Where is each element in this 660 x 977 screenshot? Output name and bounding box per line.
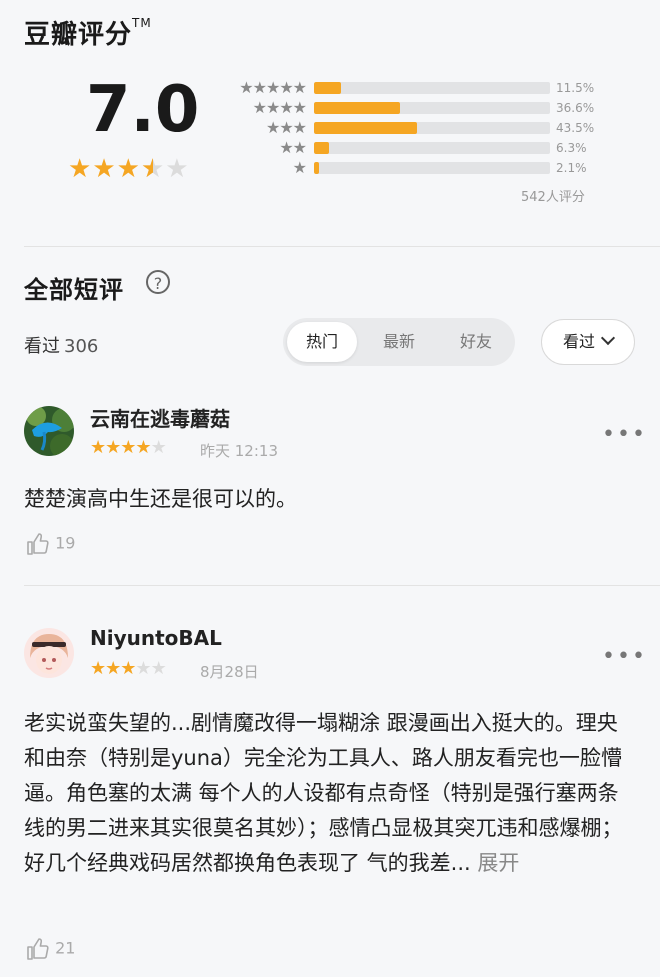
distribution-fill-3 <box>314 122 417 134</box>
short-comments-title: 全部短评 <box>24 276 124 304</box>
rating-score: 7.0 <box>86 73 200 147</box>
distribution-stars-1: ★ <box>292 158 307 177</box>
comment-rating: ★★★★★ <box>90 437 167 458</box>
star-icon: ★ <box>135 437 151 458</box>
distribution-percent-1: 2.1% <box>556 161 587 175</box>
half-star-icon: ★ <box>141 156 165 182</box>
comment-divider <box>24 585 660 586</box>
trademark: TM <box>132 16 152 30</box>
star-icon: ★ <box>120 658 136 679</box>
empty-star-icon: ★ <box>150 437 167 458</box>
avatar[interactable] <box>24 406 74 456</box>
watched-count-number: 306 <box>64 336 99 357</box>
expand-link[interactable]: 展开 <box>477 851 519 875</box>
star-icon: ★ <box>116 154 141 184</box>
comment-text: 老实说蛮失望的...剧情魔改得一塌糊涂 跟漫画出入挺大的。理央和由奈（特别是yu… <box>24 706 636 881</box>
distribution-fill-5 <box>314 82 342 94</box>
distribution-row-4: ★★★★ <box>222 98 307 117</box>
rating-stars: ★★★★ ★ <box>68 156 190 182</box>
comment-time: 8月28日 <box>200 663 259 681</box>
comment-rating: ★★★★★ <box>90 658 167 679</box>
tab-hot[interactable]: 热门 <box>287 322 357 362</box>
more-options-icon[interactable]: ••• <box>602 646 647 668</box>
distribution-row-2: ★★ <box>222 138 307 157</box>
star-icon: ★ <box>105 658 121 679</box>
star-icon: ★ <box>90 437 106 458</box>
status-filter-dropdown[interactable]: 看过 <box>541 319 635 365</box>
distribution-bar-1 <box>314 162 550 174</box>
like-button[interactable]: 21 <box>26 937 75 961</box>
distribution-stars-2: ★★ <box>279 138 307 157</box>
distribution-bar-2 <box>314 142 550 154</box>
like-count: 19 <box>55 533 76 553</box>
rating-title: 豆瓣评分TM <box>24 14 152 51</box>
distribution-stars-3: ★★★ <box>265 118 307 137</box>
help-icon[interactable]: ? <box>146 270 170 294</box>
distribution-bar-4 <box>314 102 550 114</box>
comment-text-content: 老实说蛮失望的...剧情魔改得一塌糊涂 跟漫画出入挺大的。理央和由奈（特别是yu… <box>24 711 623 875</box>
avatar[interactable] <box>24 628 74 678</box>
star-icon: ★ <box>92 154 117 184</box>
rating-total: 542人评分 <box>521 190 585 205</box>
more-options-icon[interactable]: ••• <box>602 424 647 446</box>
empty-star-icon: ★ <box>135 658 151 679</box>
distribution-percent-4: 36.6% <box>556 101 595 115</box>
thumbs-up-icon <box>27 533 49 555</box>
star-icon: ★ <box>105 437 121 458</box>
username[interactable]: NiyuntoBAL <box>90 626 222 650</box>
like-count: 21 <box>55 938 76 958</box>
distribution-percent-3: 43.5% <box>556 121 595 135</box>
distribution-percent-5: 11.5% <box>556 81 595 95</box>
distribution-row-3: ★★★ <box>222 118 307 137</box>
comment-time: 昨天 12:13 <box>200 442 278 460</box>
distribution-stars-4: ★★★★ <box>252 98 307 117</box>
distribution-fill-4 <box>314 102 401 114</box>
chevron-down-icon <box>600 330 616 346</box>
empty-star-icon: ★ <box>150 658 167 679</box>
watched-count-label: 看过 <box>24 336 60 357</box>
distribution-row-5: ★★★★★ <box>222 78 307 97</box>
sort-tabs: 热门 最新 好友 <box>283 318 515 366</box>
rating-title-text: 豆瓣评分 <box>24 20 133 50</box>
empty-star-icon: ★ <box>165 154 190 184</box>
distribution-percent-2: 6.3% <box>556 141 587 155</box>
distribution-stars-5: ★★★★★ <box>239 78 307 97</box>
section-divider <box>24 246 660 247</box>
like-button[interactable]: 19 <box>26 532 75 556</box>
star-icon: ★ <box>90 658 106 679</box>
thumbs-up-icon <box>27 938 49 960</box>
status-filter-label: 看过 <box>562 332 595 351</box>
distribution-bar-5 <box>314 82 550 94</box>
comment-text: 楚楚演高中生还是很可以的。 <box>24 487 297 511</box>
distribution-bar-3 <box>314 122 550 134</box>
watched-count: 看过 306 <box>24 332 98 358</box>
distribution-row-1: ★ <box>222 158 307 177</box>
tab-friends[interactable]: 好友 <box>441 322 511 362</box>
username[interactable]: 云南在逃毒蘑菇 <box>90 403 230 432</box>
star-icon: ★ <box>68 154 93 184</box>
distribution-fill-1 <box>314 162 319 174</box>
star-icon: ★ <box>120 437 136 458</box>
distribution-fill-2 <box>314 142 329 154</box>
tab-latest[interactable]: 最新 <box>363 322 435 362</box>
